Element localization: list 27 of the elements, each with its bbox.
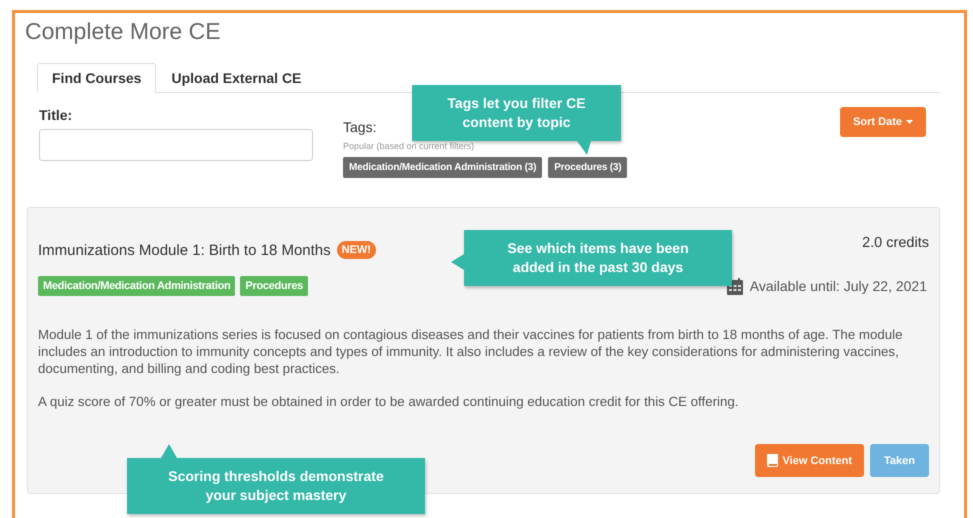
quiz-requirement-text: A quiz score of 70% or greater must be obtained in order to be awarded continuing education credit for this CE offering.	[38, 393, 740, 410]
course-title: Immunizations Module 1: Birth to 18 Months	[38, 242, 331, 258]
availability-text: Available until: July 22, 2021	[750, 278, 927, 294]
tab[interactable]: Upload External CE	[156, 63, 316, 93]
callout: Tags let you filter CE content by topic	[412, 85, 621, 141]
book-icon	[766, 454, 778, 467]
title-label: Title:	[39, 107, 74, 123]
callout-pointer	[451, 254, 464, 270]
page-title: Complete More CE	[25, 17, 222, 46]
tags-hint: Popular (based on current filters)	[343, 141, 474, 151]
callout: See which items have been added in the past 30 days	[464, 230, 732, 286]
caret-icon	[906, 120, 913, 124]
callout: Scoring thresholds demonstrate your subject mastery	[127, 458, 425, 514]
callout-pointer	[577, 141, 591, 155]
course-tag: Medication/Medication Administration	[38, 276, 236, 296]
tags-label: Tags:	[343, 119, 376, 135]
view-content-button[interactable]: View Content	[754, 444, 864, 477]
credits-text: 2.0 credits	[862, 235, 929, 251]
title-input-field[interactable]	[39, 129, 313, 161]
course-tag: Procedures	[240, 276, 308, 296]
tag-filter-chip[interactable]: Medication/Medication Administration (3)	[343, 157, 542, 178]
sort-dropdown-button[interactable]: Sort Date	[840, 107, 926, 137]
callout-pointer	[161, 444, 177, 458]
course-description: Module 1 of the immunizations series is focused on contagious diseases and their vaccines for patients from birth to 18 months of age. The module includes an introduction to immunity concepts and types of immunity. It also includes a review of the key considerations for administering vaccines, documenting, and billing and coding best practices.	[38, 326, 904, 377]
tab[interactable]: Find Courses	[37, 63, 156, 93]
new-badge: NEW!	[336, 241, 376, 259]
tag-filter-chip[interactable]: Procedures (3)	[548, 157, 628, 178]
